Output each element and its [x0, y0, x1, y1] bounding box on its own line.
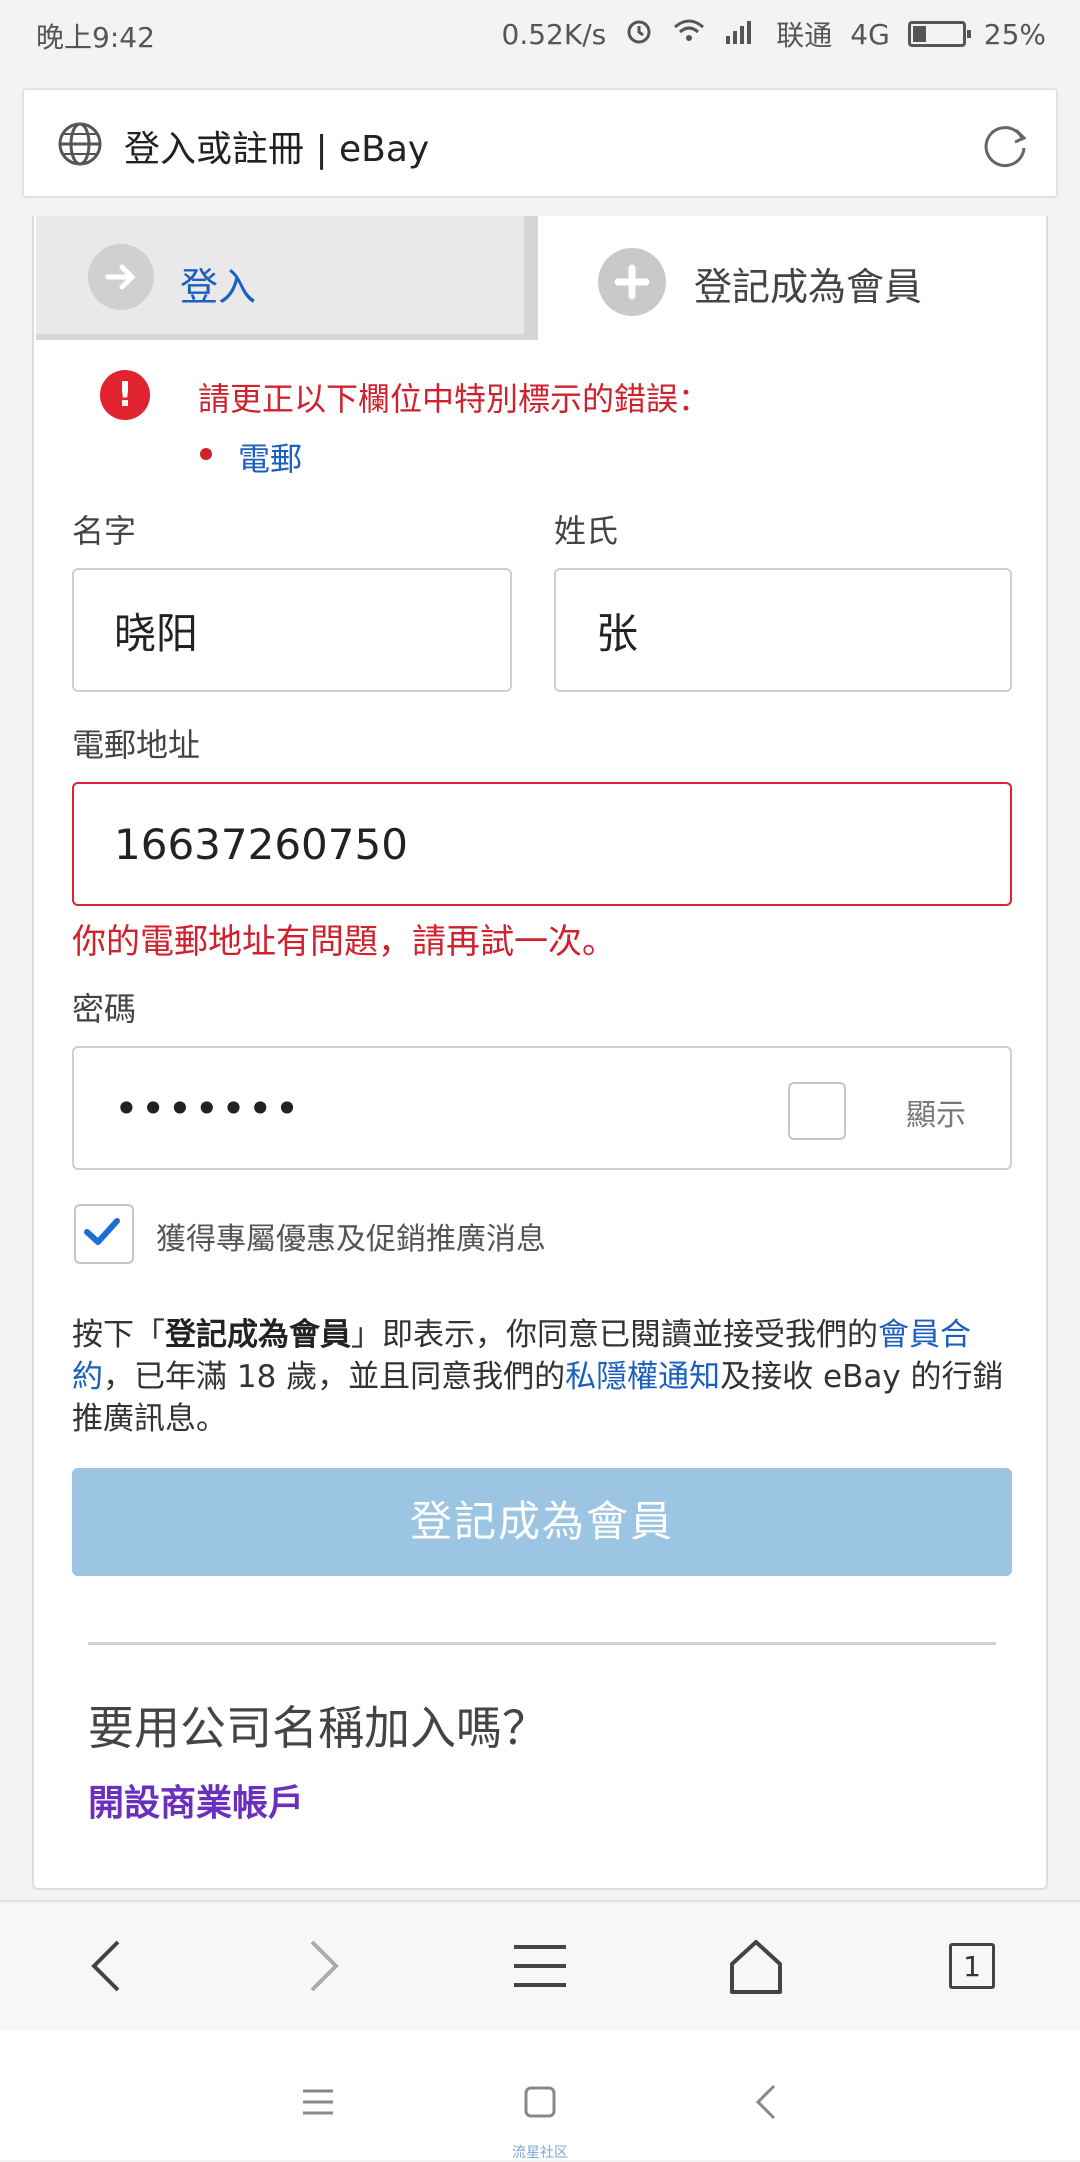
email-field[interactable]: 16637260750	[72, 782, 1012, 906]
tab-register-label: 登記成為會員	[694, 265, 923, 309]
carrier-name: 联通	[776, 19, 833, 52]
page-title: 登入或註冊 | eBay	[124, 129, 430, 170]
tabs-button[interactable]: 1	[932, 1926, 1012, 2006]
tab-signin-label: 登入	[180, 265, 257, 309]
back-nav-icon[interactable]	[736, 2072, 796, 2132]
divider	[88, 1642, 996, 1645]
arrow-right-icon	[88, 244, 154, 310]
tab-signin[interactable]: 登入	[36, 216, 538, 340]
promo-label: 獲得專屬優惠及促銷推廣消息	[156, 1222, 546, 1257]
error-icon: !	[100, 370, 150, 420]
plus-icon	[598, 248, 666, 316]
register-button[interactable]: 登記成為會員	[72, 1468, 1012, 1576]
battery-icon	[907, 21, 971, 47]
watermark-text: 流星社区	[512, 2145, 568, 2161]
reload-icon[interactable]	[978, 118, 1032, 176]
first-name-field[interactable]: 晓阳	[72, 568, 512, 692]
show-password-checkbox[interactable]	[788, 1082, 846, 1140]
home-nav-icon[interactable]	[510, 2072, 570, 2132]
back-icon[interactable]	[66, 1926, 146, 2006]
status-icons: 0.52K/s 联通 4G 25%	[502, 14, 1047, 54]
business-account-link[interactable]: 開設商業帳戶	[88, 1774, 304, 1826]
last-name-field[interactable]: 张	[554, 568, 1012, 692]
legal-part1: 按下「	[72, 1317, 165, 1353]
home-icon[interactable]	[716, 1926, 796, 2006]
wifi-icon	[672, 17, 706, 52]
promo-checkbox[interactable]	[74, 1204, 134, 1264]
legal-bold: 登記成為會員	[165, 1317, 351, 1353]
address-bar[interactable]: 登入或註冊 | eBay	[22, 88, 1058, 198]
email-error-message: 你的電郵地址有問題，請再試一次。	[72, 922, 616, 962]
show-password-label: 顯示	[906, 1098, 966, 1133]
password-label: 密碼	[72, 990, 137, 1028]
globe-icon	[56, 120, 104, 172]
error-summary: 請更正以下欄位中特別標示的錯誤：	[198, 380, 711, 418]
first-name-label: 名字	[72, 512, 137, 550]
network-type: 4G	[850, 17, 890, 51]
business-question: 要用公司名稱加入嗎？	[88, 1701, 548, 1755]
password-field[interactable]: •••••••	[72, 1046, 1012, 1170]
last-name-label: 姓氏	[554, 512, 619, 550]
alarm-icon	[624, 16, 654, 53]
email-label: 電郵地址	[72, 726, 201, 764]
error-link-email[interactable]: 電郵	[238, 434, 302, 480]
status-bar: 晚上9:42 0.52K/s 联通 4G 25%	[0, 0, 1080, 66]
privacy-notice-link[interactable]: 私隱權通知	[565, 1359, 720, 1395]
legal-text: 按下「登記成為會員」即表示，你同意已閱讀並接受我們的會員合約，已年滿 18 歲，…	[72, 1314, 1012, 1440]
net-speed: 0.52K/s	[501, 17, 607, 51]
registration-panel: 登入 登記成為會員 ! 請更正以下欄位中特別標示的錯誤： 電郵 名字 姓氏 晓阳…	[32, 216, 1048, 1890]
tab-count: 1	[949, 1943, 995, 1989]
forward-icon[interactable]	[284, 1926, 364, 2006]
signal-icon	[724, 18, 758, 51]
legal-part3: ，已年滿 18 歲，並且同意我們的	[103, 1359, 566, 1395]
battery-percent: 25%	[983, 17, 1046, 51]
checkmark-icon	[82, 1214, 122, 1254]
browser-toolbar: 1	[0, 1900, 1080, 2030]
legal-part2: 」即表示，你同意已閱讀並接受我們的	[351, 1317, 878, 1353]
system-navigation-bar	[0, 2030, 1080, 2160]
menu-icon[interactable]	[500, 1926, 580, 2006]
bullet-icon	[200, 448, 212, 460]
status-time: 晚上9:42	[36, 21, 155, 54]
recents-icon[interactable]	[288, 2072, 348, 2132]
